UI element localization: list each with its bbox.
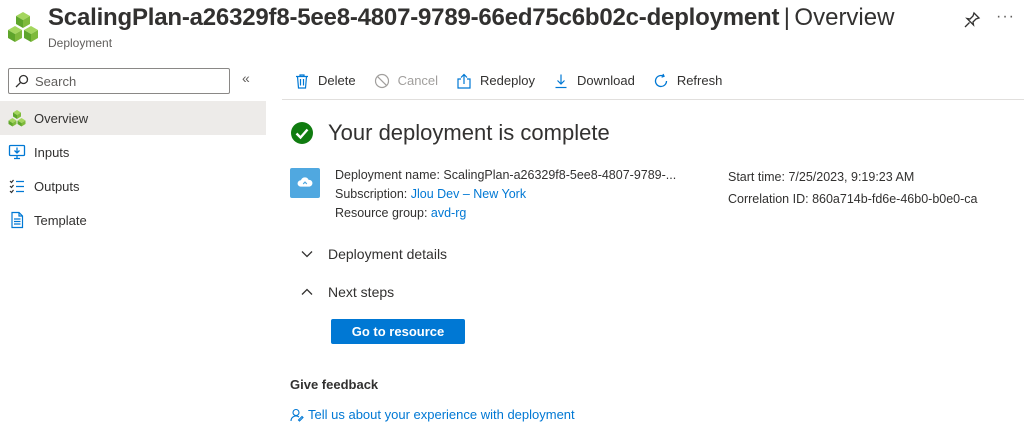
upload-arrow-icon — [457, 73, 471, 89]
search-icon — [15, 74, 29, 88]
page-header: ScalingPlan-a26329f8-5ee8-4807-9789-66ed… — [0, 0, 1024, 56]
feedback-person-icon — [290, 408, 304, 422]
sidebar-item-outputs[interactable]: Outputs — [0, 169, 266, 203]
deployment-details-label: Deployment details — [328, 246, 448, 262]
redeploy-label: Redeploy — [480, 73, 535, 88]
cancel-circle-icon — [374, 73, 389, 88]
page-title: ScalingPlan-a26329f8-5ee8-4807-9789-66ed… — [48, 4, 894, 32]
resource-group-row: Resource group: avd-rg — [335, 204, 676, 223]
sidebar-item-overview[interactable]: Overview — [0, 101, 266, 135]
outputs-list-icon — [8, 177, 26, 195]
subscription-row: Subscription: Jlou Dev – New York — [335, 185, 676, 204]
sidebar-item-label: Template — [34, 212, 87, 228]
deployment-name-row: Deployment name: ScalingPlan-a26329f8-5e… — [335, 166, 676, 185]
status-heading: Your deployment is complete — [328, 120, 610, 145]
more-options-button[interactable]: ··· — [996, 8, 1015, 26]
download-label: Download — [576, 73, 635, 88]
deployment-cubes-icon — [8, 10, 38, 44]
resource-group-link[interactable]: avd-rg — [431, 206, 466, 220]
delete-label: Delete — [318, 73, 356, 88]
deployment-status: Your deployment is complete — [290, 120, 610, 146]
section-name: Overview — [794, 4, 895, 31]
feedback-link[interactable]: Tell us about your experience with deplo… — [290, 407, 575, 422]
main-content: Your deployment is complete Deployment n… — [282, 100, 1024, 442]
cancel-label: Cancel — [397, 73, 439, 88]
delete-button[interactable]: Delete — [294, 73, 356, 89]
sidebar-item-label: Overview — [34, 110, 89, 126]
deployment-name-label: Deployment name: — [335, 168, 440, 182]
go-to-resource-button[interactable]: Go to resource — [331, 319, 465, 344]
deployment-name-value: ScalingPlan-a26329f8-5ee8-4807-9789-... — [443, 168, 677, 182]
subscription-label: Subscription: — [335, 187, 408, 201]
command-bar: Delete Cancel Redeploy Download Refresh — [282, 62, 1024, 100]
sidebar-item-inputs[interactable]: Inputs — [0, 135, 266, 169]
search-box[interactable] — [8, 68, 230, 94]
collapse-sidebar-button[interactable]: « — [242, 70, 250, 86]
deployment-cloud-icon — [290, 168, 320, 198]
cancel-button[interactable]: Cancel — [374, 73, 438, 89]
inputs-icon — [8, 143, 26, 161]
start-time-row: Start time: 7/25/2023, 9:19:23 AM — [728, 166, 978, 188]
title-separator: | — [783, 4, 790, 31]
download-icon — [555, 74, 567, 88]
resource-group-label: Resource group: — [335, 206, 428, 220]
refresh-icon — [654, 73, 667, 87]
next-steps-label: Next steps — [328, 284, 395, 300]
redeploy-button[interactable]: Redeploy — [456, 73, 535, 89]
deployment-title: ScalingPlan-a26329f8-5ee8-4807-9789-66ed… — [48, 4, 780, 31]
download-button[interactable]: Download — [553, 73, 635, 89]
chevron-down-icon — [301, 251, 313, 258]
start-time-label: Start time: — [728, 170, 785, 184]
sidebar-nav: Overview Inputs Outputs Template — [0, 101, 266, 237]
correlation-label: Correlation ID: — [728, 192, 809, 206]
deployment-details-toggle[interactable]: Deployment details — [300, 246, 447, 262]
sidebar-item-label: Inputs — [34, 144, 70, 160]
sidebar-item-template[interactable]: Template — [0, 203, 266, 237]
success-check-icon — [290, 121, 314, 145]
trash-icon — [296, 73, 308, 89]
feedback-heading: Give feedback — [290, 377, 379, 392]
deployment-timing-info: Start time: 7/25/2023, 9:19:23 AM Correl… — [728, 166, 978, 210]
chevron-up-icon — [301, 288, 313, 295]
next-steps-toggle[interactable]: Next steps — [300, 284, 394, 300]
sidebar-item-label: Outputs — [34, 178, 80, 194]
sidebar: « Overview — [0, 62, 266, 442]
resource-type: Deployment — [48, 36, 113, 50]
overview-cubes-icon — [8, 109, 26, 127]
start-time-value: 7/25/2023, 9:19:23 AM — [788, 170, 915, 184]
template-document-icon — [8, 211, 26, 229]
deployment-info: Deployment name: ScalingPlan-a26329f8-5e… — [335, 166, 676, 223]
feedback-link-label: Tell us about your experience with deplo… — [308, 407, 575, 422]
refresh-label: Refresh — [676, 73, 723, 88]
search-input[interactable] — [35, 73, 215, 89]
pin-icon[interactable] — [962, 10, 982, 30]
refresh-button[interactable]: Refresh — [653, 73, 723, 89]
correlation-value: 860a714b-fd6e-46b0-b0e0-ca — [812, 192, 978, 206]
correlation-row: Correlation ID: 860a714b-fd6e-46b0-b0e0-… — [728, 188, 978, 210]
subscription-link[interactable]: Jlou Dev – New York — [411, 187, 526, 201]
